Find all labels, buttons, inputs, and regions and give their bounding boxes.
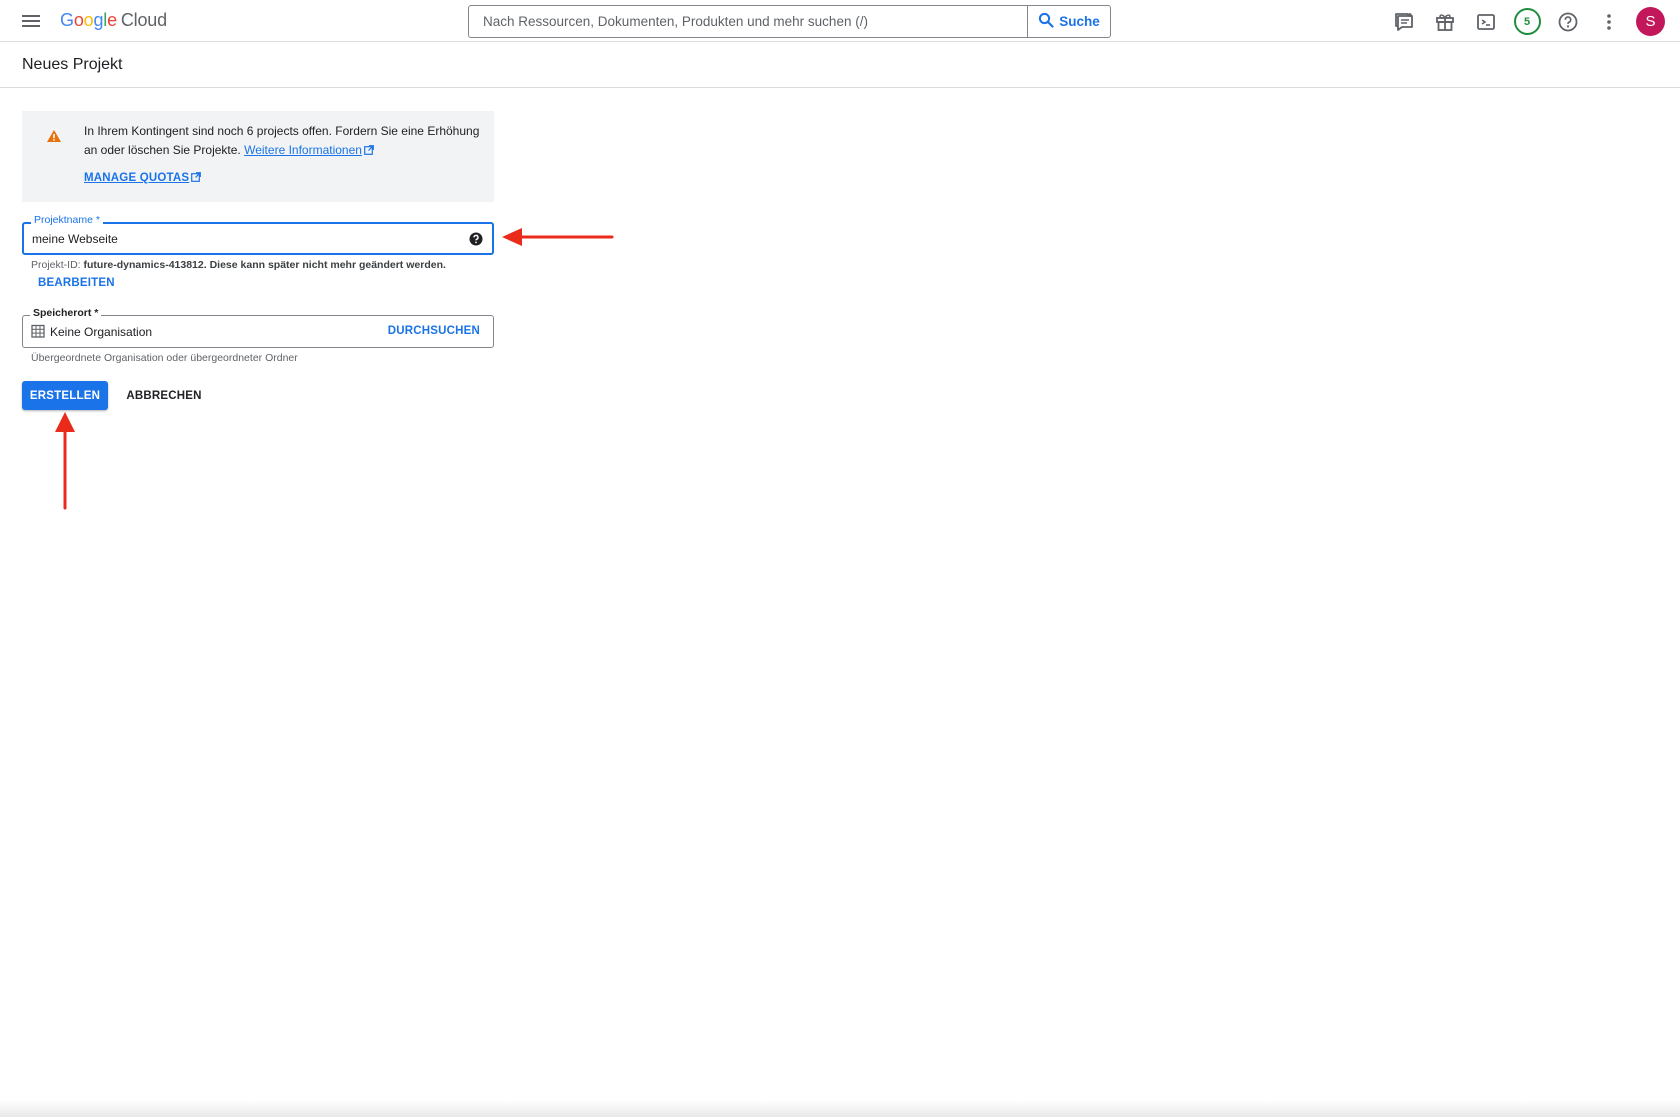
open-in-new-icon xyxy=(364,142,374,161)
project-id-text: Projekt-ID: future-dynamics-413812. Dies… xyxy=(31,259,446,271)
location-hint: Übergeordnete Organisation oder übergeor… xyxy=(31,352,298,364)
top-icon-group: 5 S xyxy=(1390,7,1665,36)
notification-count: 5 xyxy=(1513,8,1541,35)
location-field: Speicherort * Keine Organisation DURCHSU… xyxy=(22,307,494,348)
project-name-input[interactable] xyxy=(32,224,432,253)
search-bar: Suche xyxy=(468,5,1111,38)
help-icon[interactable] xyxy=(1554,8,1582,36)
cancel-button[interactable]: ABBRECHEN xyxy=(118,381,210,410)
top-app-bar: GoogleCloud Suche 5 S xyxy=(0,0,1680,42)
notifications-badge[interactable]: 5 xyxy=(1513,8,1541,36)
window-bottom-edge xyxy=(0,1100,1680,1117)
annotation-arrow-left xyxy=(502,228,614,246)
cloud-shell-terminal-icon[interactable] xyxy=(1472,8,1500,36)
warning-icon xyxy=(46,129,62,148)
hamburger-menu-icon[interactable] xyxy=(20,10,42,32)
open-in-new-icon xyxy=(191,172,202,185)
location-value: Keine Organisation xyxy=(50,325,153,339)
annotation-arrow-up xyxy=(55,412,75,510)
search-input[interactable] xyxy=(469,6,1027,37)
google-cloud-logo[interactable]: Google Cloud xyxy=(60,10,167,31)
project-id-value: future-dynamics-413812. xyxy=(83,259,207,271)
search-button[interactable]: Suche xyxy=(1027,6,1110,37)
account-avatar[interactable]: S xyxy=(1636,7,1665,36)
project-id-note: Diese kann später nicht mehr geändert we… xyxy=(209,259,446,271)
search-icon xyxy=(1038,12,1054,31)
gift-icon[interactable] xyxy=(1431,8,1459,36)
page-title: Neues Projekt xyxy=(22,56,123,73)
quota-warning-text: In Ihrem Kontingent sind noch 6 projects… xyxy=(84,122,484,161)
manage-quotas-link[interactable]: MANAGE QUOTAS xyxy=(84,172,202,185)
edit-project-id-button[interactable]: BEARBEITEN xyxy=(38,277,115,289)
help-circle-icon[interactable] xyxy=(469,232,483,251)
browse-button[interactable]: DURCHSUCHEN xyxy=(388,325,480,337)
search-button-label: Suche xyxy=(1059,14,1100,29)
organization-icon xyxy=(31,324,45,343)
create-button[interactable]: ERSTELLEN xyxy=(22,381,108,410)
project-name-field: Projektname * xyxy=(22,214,494,255)
page-header: Neues Projekt xyxy=(0,42,1680,88)
quota-warning-alert: In Ihrem Kontingent sind noch 6 projects… xyxy=(22,111,494,202)
location-label: Speicherort * xyxy=(30,307,102,319)
learn-more-link[interactable]: Weitere Informationen xyxy=(244,143,374,157)
more-vert-icon[interactable] xyxy=(1595,8,1623,36)
feedback-icon[interactable] xyxy=(1390,8,1418,36)
